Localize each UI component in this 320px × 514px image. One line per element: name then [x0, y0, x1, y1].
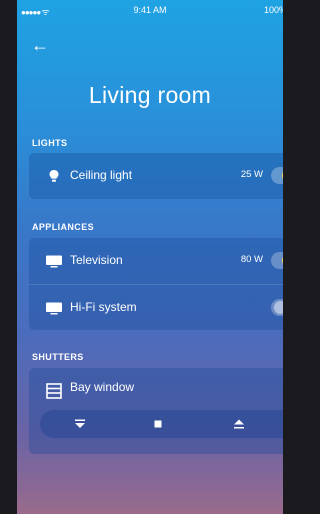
status-time: 9:41 AM — [133, 5, 167, 15]
device-label: Hi-Fi system — [70, 300, 137, 314]
device-label: Television — [70, 253, 123, 267]
lights-card: Ceiling light 25 W — [29, 153, 283, 199]
tv-icon — [46, 255, 62, 268]
close-shutter-icon — [75, 419, 85, 428]
toggle-knob — [274, 301, 283, 314]
open-shutter-icon — [234, 419, 244, 429]
hifi-system-toggle[interactable] — [271, 299, 283, 316]
shutter-controls — [40, 410, 283, 438]
device-row-hifi-system[interactable]: Hi-Fi system — [29, 285, 283, 331]
ceiling-light-toggle[interactable] — [271, 167, 283, 184]
device-row-bay-window: Bay window — [29, 368, 283, 414]
device-row-ceiling-light[interactable]: Ceiling light 25 W — [29, 153, 283, 199]
shutter-icon — [46, 383, 62, 399]
bulb-icon — [49, 170, 59, 182]
device-label: Ceiling light — [70, 168, 133, 182]
shutter-close-button[interactable] — [65, 410, 95, 438]
toggle-knob — [282, 254, 283, 267]
device-label: Bay window — [70, 380, 135, 394]
status-bar: ●●●●● ᯤ 9:41 AM 100% — [17, 0, 283, 20]
stop-icon — [154, 420, 162, 428]
device-row-television[interactable]: Television 80 W — [29, 238, 283, 284]
back-button[interactable]: ← — [31, 36, 49, 54]
tv-icon — [46, 302, 62, 315]
appliances-card: Television 80 W Hi-Fi system — [29, 238, 283, 330]
shutter-open-button[interactable] — [224, 410, 254, 438]
section-lights-heading: LIGHTS — [32, 138, 68, 148]
television-toggle[interactable] — [271, 252, 283, 269]
toggle-knob — [282, 169, 283, 182]
arrow-left-icon: ← — [31, 35, 49, 55]
power-readout: 80 W — [240, 254, 263, 265]
shutter-stop-button[interactable] — [143, 410, 173, 438]
section-shutters-heading: SHUTTERS — [32, 352, 84, 362]
shutters-card: Bay window — [29, 368, 283, 454]
battery-level: 100% — [263, 5, 283, 15]
app-screen: ●●●●● ᯤ 9:41 AM 100% ← Living room LIGHT… — [17, 0, 283, 514]
power-readout: 25 W — [240, 169, 263, 180]
page-title: Living room — [88, 82, 212, 108]
section-appliances-heading: APPLIANCES — [32, 222, 95, 232]
